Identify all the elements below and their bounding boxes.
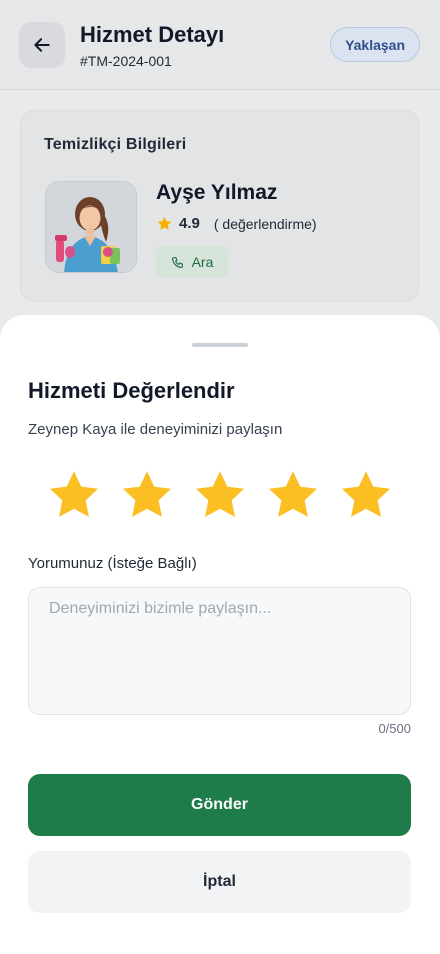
star-5-icon[interactable]: [338, 467, 394, 523]
cleaner-photo-icon: [46, 182, 136, 272]
star-icon: [157, 216, 172, 230]
review-bottom-sheet: Hizmeti Değerlendir Zeynep Kaya ile dene…: [0, 315, 440, 954]
cleaner-name: Ayşe Yılmaz: [156, 181, 278, 204]
star-2-icon[interactable]: [119, 467, 175, 523]
sheet-subtitle: Zeynep Kaya ile deneyiminizi paylaşın: [28, 421, 283, 438]
rating-value: 4.9: [179, 215, 200, 232]
star-3-icon[interactable]: [192, 467, 248, 523]
rating-row: 4.9 ( değerlendirme): [156, 215, 317, 232]
avatar: [45, 181, 137, 273]
star-4-icon[interactable]: [265, 467, 321, 523]
comment-input[interactable]: [28, 587, 411, 715]
arrow-left-icon: [34, 38, 50, 52]
reviews-count: ( değerlendirme): [213, 215, 317, 232]
comment-label: Yorumunuz (İsteğe Bağlı): [28, 555, 197, 572]
star-rating: [46, 467, 394, 523]
order-id: #TM-2024-001: [80, 53, 172, 69]
char-counter: 0/500: [378, 721, 411, 736]
cancel-button[interactable]: İptal: [28, 851, 411, 913]
sheet-title: Hizmeti Değerlendir: [28, 378, 235, 403]
page-title: Hizmet Detayı: [80, 22, 225, 47]
status-badge: Yaklaşan: [330, 27, 420, 62]
call-label: Ara: [191, 254, 214, 270]
top-app-bar: Hizmet Detayı #TM-2024-001 Yaklaşan: [0, 0, 440, 90]
back-button[interactable]: [19, 22, 65, 68]
card-title: Temizlikçi Bilgileri: [44, 136, 187, 153]
drag-handle[interactable]: [192, 343, 248, 347]
star-1-icon[interactable]: [46, 467, 102, 523]
submit-button[interactable]: Gönder: [28, 774, 411, 836]
cleaner-info-card: Temizlikçi Bilgileri Ayşe Yılmaz 4.9 (d…: [20, 110, 419, 302]
phone-icon: [171, 256, 183, 268]
call-button[interactable]: Ara: [156, 246, 228, 278]
